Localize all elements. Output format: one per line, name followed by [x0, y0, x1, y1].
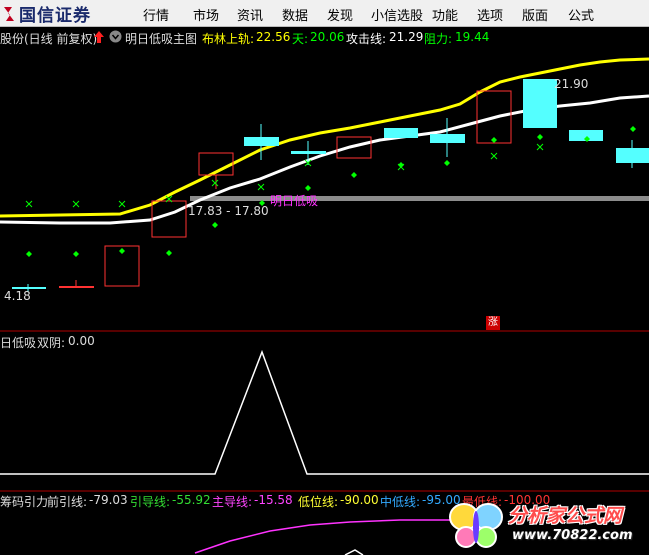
cross-marker [118, 200, 126, 208]
sub1-label: 双阴: [37, 336, 66, 350]
cross-marker [490, 152, 498, 160]
resist-label: 阻力: [424, 32, 453, 46]
chevron-down-icon[interactable] [109, 30, 122, 43]
logo-text: 国信证券 [19, 6, 91, 26]
sub2-item-label: 低位线: [298, 495, 339, 509]
signal-dot [491, 137, 497, 143]
signal-dot [537, 134, 543, 140]
buy-signal-label: 明日低吸 [270, 194, 319, 208]
signal-dot [305, 185, 311, 191]
sub2-white-line [344, 549, 364, 555]
cross-marker [536, 143, 544, 151]
sub2-item-label: 引导线: [130, 495, 171, 509]
support-price-label: 17.83 - 17.80 [188, 204, 269, 218]
menu-hangqing[interactable]: 行情 [143, 5, 169, 24]
logo-icon [4, 6, 14, 21]
boll-upper-label: 布林上轨: [202, 32, 255, 46]
sub2-item-label: 前引线: [47, 495, 88, 509]
menu-shichang[interactable]: 市场 [193, 5, 219, 24]
sub2-title[interactable]: 筹码引力 [0, 493, 48, 510]
sub2-item-value: -79.03 [89, 493, 128, 507]
menu-xuanxiang[interactable]: 选项 [477, 5, 503, 24]
watermark: 分析家公式网 www.70822.com [448, 497, 648, 555]
sub2-item-label: 中低线: [380, 495, 421, 509]
menu-shuju[interactable]: 数据 [282, 5, 308, 24]
signal-dot [166, 250, 172, 256]
menu-banmian[interactable]: 版面 [522, 5, 548, 24]
candle [384, 128, 418, 138]
sub1-title[interactable]: 日低吸 [0, 334, 36, 351]
sub1-value: 0.00 [68, 334, 95, 348]
signal-dot [351, 172, 357, 178]
menu-faxian[interactable]: 发现 [327, 5, 353, 24]
watermark-url: www.70822.com [512, 528, 633, 543]
cross-marker [25, 200, 33, 208]
butterfly-logo-icon [449, 503, 503, 548]
watermark-text: 分析家公式网 [508, 505, 623, 527]
candles [12, 79, 649, 292]
attack-value: 21.29 [389, 30, 424, 44]
sub2-item-value: -15.58 [254, 493, 293, 507]
tian-value: 20.06 [310, 30, 345, 44]
cross-marker [211, 179, 219, 187]
sub2-item-value: -90.00 [340, 493, 379, 507]
double-yin-signal-line [0, 349, 649, 475]
boll-upper-value: 22.56 [256, 30, 291, 44]
signal-dot [444, 160, 450, 166]
attack-label: 攻击线: [346, 32, 387, 46]
support-band [190, 196, 649, 201]
signal-dot [119, 248, 125, 254]
tian-label: 天: [292, 32, 309, 46]
main-guide-line [194, 519, 481, 554]
resist-value: 19.44 [455, 30, 490, 44]
sub2-item-label: 主导线: [212, 495, 253, 509]
price-low-label: 4.18 [4, 289, 31, 303]
indicator-name[interactable]: 明日低吸主图 [125, 30, 197, 46]
signal-dot [630, 126, 636, 132]
menu-bar: 国信证券 行情 市场 资讯 数据 发现 小信选股 功能 选项 版面 公式 [0, 0, 649, 27]
up-arrow-icon[interactable] [94, 31, 104, 43]
main-chart-info: 股份(日线 前复权) 明日低吸主图 布林上轨: 22.56 天: 20.06 攻… [0, 28, 649, 46]
kline-chart[interactable] [0, 46, 649, 555]
cross-marker [72, 200, 80, 208]
signal-dot [26, 251, 32, 257]
menu-xiaoxin-xuangu[interactable]: 小信选股 [371, 5, 423, 24]
menu-zixun[interactable]: 资讯 [237, 5, 263, 24]
broker-logo: 国信证券 [0, 0, 91, 27]
candle [523, 79, 557, 128]
price-high-label: 21.90 [554, 77, 589, 91]
signal-dots [26, 126, 636, 257]
signal-dot [212, 222, 218, 228]
signal-dot [73, 251, 79, 257]
menu-gongneng[interactable]: 功能 [432, 5, 458, 24]
cross-marker [257, 183, 265, 191]
zhang-badge[interactable]: 涨 [486, 316, 500, 330]
menu-gongshi[interactable]: 公式 [568, 5, 594, 24]
sub2-item-value: -55.92 [172, 493, 211, 507]
stock-label[interactable]: 股份(日线 前复权) [0, 30, 97, 46]
